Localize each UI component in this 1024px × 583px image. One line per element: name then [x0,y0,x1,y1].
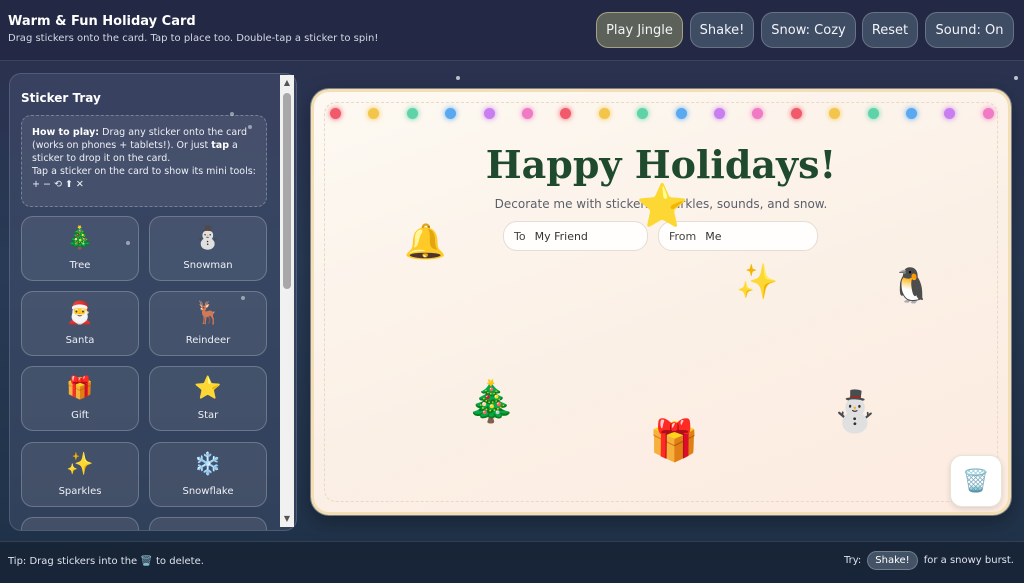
to-field[interactable]: To My Friend [503,221,648,251]
sticker-label: Santa [65,335,95,346]
to-prefix: To [514,229,526,243]
placed-star-sticker[interactable]: ⭐ [636,182,688,230]
howto-tools-text: Tap a sticker on the card to show its mi… [32,166,256,177]
placed-sparkles-sticker[interactable]: ✨ [736,262,778,302]
sticker-tile-gift[interactable]: 🎁 Gift [21,366,139,431]
light-bulb [598,108,610,119]
light-bulb [406,108,418,119]
light-bulb [906,108,917,119]
bottom-bar: Tip: Drag stickers into the 🗑️ to delete… [0,541,1024,583]
snowflake-particle [1014,76,1018,80]
scroll-up-arrow-icon[interactable]: ▲ [280,77,294,89]
sticker-label: Star [197,410,219,421]
light-bulb [714,108,725,119]
shake-button[interactable]: Shake! [690,12,754,48]
sticker-tile-tree[interactable]: 🎄 Tree [21,216,139,281]
sticker-label: Reindeer [185,335,231,346]
app-subtitle: Drag stickers onto the card. Tap to plac… [8,33,379,44]
try-shake-button[interactable]: Shake! [867,551,918,570]
sticker-label: Gift [71,410,89,421]
reindeer-icon: 🦌 [194,301,222,326]
how-to-play-box: How to play: Drag any sticker onto the c… [21,115,267,207]
sticker-tray: Sticker Tray How to play: Drag any stick… [9,73,297,531]
sticker-tile-partial[interactable] [149,517,267,530]
sparkles-icon: ✨ [66,452,94,477]
tray-scrollbar[interactable]: ▲ ▼ [280,75,294,527]
snow-mode-button[interactable]: Snow: Cozy [761,12,856,48]
sticker-tile-snowman[interactable]: ⛄ Snowman [149,216,267,281]
sticker-label: Tree [69,260,91,271]
sticker-tile-star[interactable]: ⭐ Star [149,366,267,431]
play-jingle-button[interactable]: Play Jingle [596,12,683,48]
tree-icon: 🎄 [66,226,94,251]
app-title: Warm & Fun Holiday Card [8,14,196,29]
try-after: for a snowy burst. [923,555,1014,566]
trash-icon[interactable]: 🗑️ [950,455,1002,507]
placed-gift-sticker[interactable]: 🎁 [649,416,699,466]
tip-before: Tip: Drag stickers into the [8,556,138,567]
snowman-icon: ⛄ [194,226,222,251]
tip-text: Tip: Drag stickers into the 🗑️ to delete… [8,556,204,567]
to-value: My Friend [534,229,588,243]
try-hint: Try: Shake! for a snowy burst. [844,551,1014,570]
reset-button[interactable]: Reset [862,12,918,48]
sticker-tile-reindeer[interactable]: 🦌 Reindeer [149,291,267,356]
placed-penguin-sticker[interactable]: 🐧 [890,266,932,306]
scroll-thumb[interactable] [283,93,291,289]
light-bulb [522,108,533,119]
sticker-tile-sparkles[interactable]: ✨ Sparkles [21,442,139,507]
sticker-label: Snowflake [182,486,234,497]
from-prefix: From [669,229,697,243]
howto-tap: tap [211,140,230,151]
placed-snowman-sticker[interactable]: ⛄ [830,384,880,440]
light-bulb [982,108,994,119]
light-bulb [483,108,495,119]
sticker-tile-snowflake[interactable]: ❄️ Snowflake [149,442,267,507]
placed-tree-sticker[interactable]: 🎄 [466,372,516,432]
snowflake-particle [456,76,460,80]
tray-title: Sticker Tray [21,91,101,105]
light-bulb [330,108,341,119]
light-bulb [790,108,802,119]
snowflake-icon: ❄️ [194,452,222,477]
star-icon: ⭐ [194,376,222,401]
light-bulb [867,108,879,119]
tip-after: to delete. [156,556,204,567]
sticker-label: Snowman [183,260,233,271]
sticker-tile-santa[interactable]: 🎅 Santa [21,291,139,356]
scroll-down-arrow-icon[interactable]: ▼ [280,513,294,525]
sticker-tile-partial[interactable] [21,517,139,530]
gift-icon: 🎁 [66,376,94,401]
santa-icon: 🎅 [66,301,94,326]
try-before: Try: [843,555,862,566]
light-bulb [675,108,687,119]
from-value: Me [705,229,722,243]
sound-toggle-button[interactable]: Sound: On [925,12,1014,48]
placed-bell-sticker[interactable]: 🔔 [404,222,446,262]
howto-tools-icons: + − ⟲ ⬆ ✕ [32,179,84,190]
sticker-label: Sparkles [58,486,102,497]
howto-heading: How to play: [32,127,100,138]
top-bar: Warm & Fun Holiday Card Drag stickers on… [0,0,1024,61]
tip-trash-icon: 🗑️ [140,556,153,567]
